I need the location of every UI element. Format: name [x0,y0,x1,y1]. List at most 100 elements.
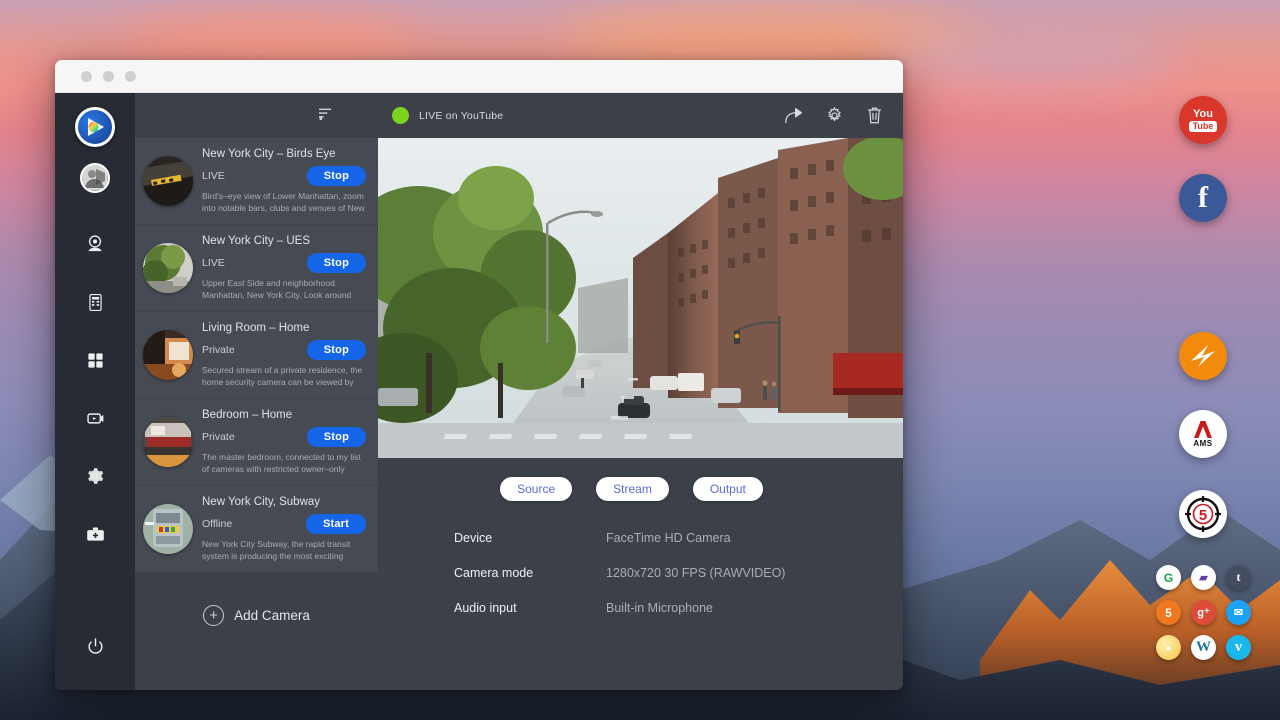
status-badge: Private [202,431,235,443]
wordpress-icon[interactable]: W [1191,635,1216,660]
app-logo[interactable] [75,107,115,147]
add-camera-label: Add Camera [234,608,310,623]
status-badge: LIVE [202,257,225,269]
desktop-background: New York City – Birds Eye LIVE Stop Bird… [0,0,1280,720]
table-row[interactable]: New York City, Subway Offline Start New … [135,486,378,573]
delete-button[interactable] [859,101,889,131]
tumblr-icon[interactable]: t [1226,565,1251,590]
flickr-icon[interactable]: ● [1156,635,1181,660]
left-sidebar [55,93,135,690]
table-row[interactable]: Bedroom – Home Private Stop The master b… [135,399,378,486]
close-button[interactable] [81,71,92,82]
avatar-photo-icon [83,166,107,190]
living-room-thumb-icon [143,330,193,380]
camera-status-row: Private Stop [202,427,366,447]
avatar[interactable] [80,163,110,193]
googleplus-mini-icon[interactable]: g⁺ [1191,600,1216,625]
firstaid-icon [85,524,106,545]
status-badge: Offline [202,518,232,530]
grammarly-icon[interactable]: G [1156,565,1181,590]
live-status-label: LIVE on YouTube [419,110,503,122]
camera-list: New York City – Birds Eye LIVE Stop Bird… [135,138,378,573]
camera-description: The master bedroom, connected to my list… [202,452,366,475]
camera-status-row: Offline Start [202,514,366,534]
camera-status-row: LIVE Stop [202,253,366,273]
sidebar-item-support[interactable] [77,516,113,552]
settings-button[interactable] [819,101,849,131]
info-label: Device [454,531,606,545]
status-badge: Private [202,344,235,356]
youtube-tube-text: Tube [1189,121,1218,132]
sidebar-item-dashboard[interactable] [77,342,113,378]
table-row[interactable]: Living Room – Home Private Stop Secured … [135,312,378,399]
info-row-audio-input: Audio input Built-in Microphone [454,601,903,615]
sidebar-item-cameras[interactable] [77,226,113,262]
webcam-icon [85,234,105,254]
tab-output[interactable]: Output [693,477,763,501]
camera-thumbnail [143,417,193,467]
rtmp5-desktop-icon[interactable]: 5 [1179,490,1227,538]
camera-title: New York City, Subway [202,495,366,510]
share-icon [784,107,804,125]
svg-text:5: 5 [1199,507,1207,524]
sidebar-item-power[interactable] [77,628,113,664]
share-button[interactable] [779,101,809,131]
device-icon [86,293,105,312]
bedroom-thumb-icon [143,417,193,467]
sidebar-item-recordings[interactable] [77,400,113,436]
cloud [880,30,1180,85]
park-trees-thumb-icon [143,243,193,293]
add-camera-button[interactable]: + Add Camera [135,573,378,626]
target-five-icon: 5 [1183,494,1223,534]
video-preview[interactable] [378,138,903,458]
sidebar-item-devices[interactable] [77,284,113,320]
power-icon [86,637,105,656]
video-preview-frame [378,138,903,458]
info-label: Audio input [454,601,606,615]
sidebar-item-settings[interactable] [77,458,113,494]
gear-icon [825,106,844,125]
youtube-desktop-icon[interactable]: You Tube [1179,96,1227,144]
info-value[interactable]: FaceTime HD Camera [606,531,731,545]
source-info-table: Device FaceTime HD Camera Camera mode 12… [378,501,903,636]
camera-title: New York City – UES [202,234,366,249]
tab-stream[interactable]: Stream [596,477,669,501]
twitch-icon[interactable]: ▰ [1191,565,1216,590]
tab-bar: Source Stream Output [378,458,903,501]
video-icon [85,408,106,429]
facebook-desktop-icon[interactable]: f [1179,174,1227,222]
vimeo-icon[interactable]: v [1226,635,1251,660]
camera-action-button[interactable]: Stop [307,427,366,447]
lightning-icon [1186,339,1220,373]
camera-action-button[interactable]: Stop [307,340,366,360]
info-value[interactable]: 1280x720 30 FPS (RAWVIDEO) [606,566,785,580]
maximize-button[interactable] [125,71,136,82]
trash-icon [866,106,883,125]
adobe-ams-desktop-icon[interactable]: AMS [1179,410,1227,458]
app-window: New York City – Birds Eye LIVE Stop Bird… [55,60,903,690]
camera-action-button[interactable]: Stop [307,253,366,273]
sort-filter-icon-button[interactable] [317,106,334,126]
minimize-button[interactable] [103,71,114,82]
camera-action-button[interactable]: Start [306,514,366,534]
play-logo-icon [84,116,106,138]
five-icon[interactable]: 5 [1156,600,1181,625]
wowza-desktop-icon[interactable] [1179,332,1227,380]
camera-info: New York City, Subway Offline Start New … [202,495,366,562]
adobe-a-icon [1193,421,1213,438]
twitter-mini-icon[interactable]: ✉ [1226,600,1251,625]
camera-title: Bedroom – Home [202,408,366,423]
camera-title: New York City – Birds Eye [202,147,366,162]
tab-source[interactable]: Source [500,477,572,501]
plus-icon: + [203,605,224,626]
youtube-you-text: You [1193,109,1213,120]
camera-thumbnail [143,243,193,293]
subway-train-thumb-icon [143,504,193,554]
window-titlebar [55,60,903,93]
camera-action-button[interactable]: Stop [307,166,366,186]
camera-status-row: Private Stop [202,340,366,360]
table-row[interactable]: New York City – Birds Eye LIVE Stop Bird… [135,138,378,225]
table-row[interactable]: New York City – UES LIVE Stop Upper East… [135,225,378,312]
info-value[interactable]: Built-in Microphone [606,601,713,615]
info-row-device: Device FaceTime HD Camera [454,531,903,545]
